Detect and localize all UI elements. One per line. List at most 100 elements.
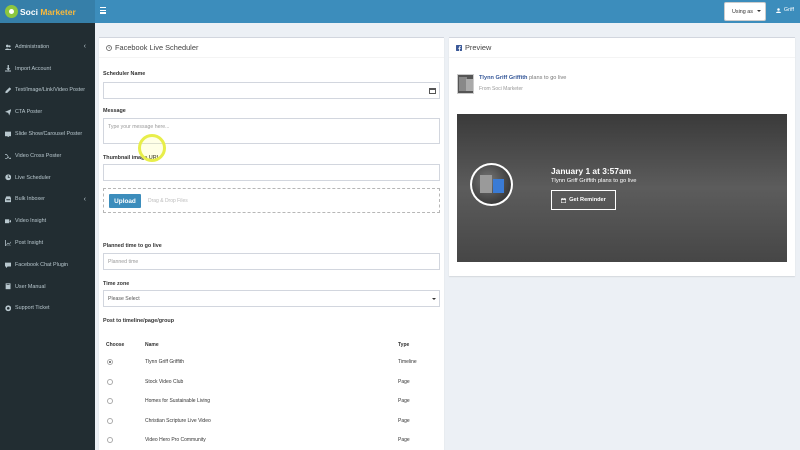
- facebook-icon: [456, 44, 462, 51]
- user-icon: [775, 7, 781, 13]
- logo-text: Soci Marketer: [20, 7, 76, 17]
- column-header-name: Name: [145, 342, 159, 348]
- table-row[interactable]: Stock Video Club Page: [99, 373, 444, 392]
- target-type: Timeline: [398, 359, 417, 365]
- sidebar-item-support-ticket[interactable]: Support Ticket: [0, 298, 95, 320]
- table-row[interactable]: Tlynn Griff Griffith Timeline: [99, 353, 444, 372]
- post-via: From Soci Marketer: [479, 86, 523, 92]
- sidebar-item-label: User Manual: [15, 283, 46, 290]
- sidebar: Soci Marketer Administration ‹ Import Acco…: [0, 0, 95, 450]
- sidebar-item-label: Administration: [15, 43, 50, 50]
- target-radio[interactable]: [107, 398, 113, 404]
- user-menu[interactable]: Griff: [775, 7, 794, 13]
- upload-button-label: Upload: [114, 197, 136, 205]
- live-time: January 1 at 3:57am: [551, 166, 632, 176]
- column-header-type: Type: [398, 342, 410, 348]
- app-logo[interactable]: Soci Marketer: [0, 0, 95, 23]
- caret-down-icon: [757, 10, 761, 12]
- message-placeholder: Type your message here...: [108, 124, 170, 130]
- target-type: Page: [398, 437, 410, 443]
- user-name: Griff: [783, 7, 794, 13]
- sidebar-item-label: Post Insight: [15, 240, 44, 247]
- upload-dropzone[interactable]: Upload Drag & Drop Files: [103, 188, 440, 213]
- using-as-dropdown[interactable]: Using as: [724, 2, 766, 21]
- chevron-left-icon: ‹: [83, 195, 86, 203]
- scheduler-title: Facebook Live Scheduler: [115, 43, 199, 52]
- sidebar-item-cta-poster[interactable]: CTA Poster: [0, 101, 95, 123]
- thumbnail-url-input[interactable]: [103, 164, 440, 181]
- preview-panel-header: Preview: [449, 38, 795, 58]
- target-radio[interactable]: [107, 378, 113, 385]
- users-icon: [4, 43, 12, 51]
- sidebar-item-text-image-link-video-poster[interactable]: Text/Image/Link/Video Poster: [0, 80, 95, 102]
- sidebar-item-label: Video Insight: [15, 218, 47, 225]
- slideshow-icon: [4, 130, 12, 138]
- calendar-icon[interactable]: [429, 88, 436, 94]
- sidebar-item-video-cross-poster[interactable]: Video Cross Poster: [0, 145, 95, 167]
- table-row[interactable]: Video Hero Pro Community Page: [99, 431, 444, 450]
- poster-name[interactable]: Tlynn Griff Griffith: [479, 75, 527, 81]
- logo-accent-text: Marketer: [40, 6, 76, 17]
- target-radio[interactable]: [107, 437, 113, 443]
- import-icon: [4, 65, 12, 73]
- target-radio[interactable]: [107, 359, 113, 365]
- sidebar-item-post-insight[interactable]: Post Insight: [0, 232, 95, 254]
- sidebar-item-label: Import Account: [15, 65, 51, 72]
- sidebar-item-slide-show-carousel-poster[interactable]: Slide Show/Carousel Poster: [0, 123, 95, 145]
- timezone-select[interactable]: Please Select: [103, 290, 440, 307]
- target-name: Christian Scripture Live Video: [145, 417, 211, 424]
- sidebar-menu: Administration ‹ Import Account Text/Image/…: [0, 23, 95, 319]
- upload-button[interactable]: Upload: [109, 194, 141, 208]
- message-label: Message: [103, 108, 126, 114]
- planned-time-placeholder: Planned time: [108, 259, 139, 265]
- get-reminder-button[interactable]: Get Reminder: [551, 190, 616, 210]
- table-row[interactable]: Christian Scripture Live Video Page: [99, 412, 444, 431]
- sidebar-item-label: CTA Poster: [15, 109, 43, 116]
- target-type: Page: [398, 398, 410, 404]
- target-name: Stock Video Club: [145, 378, 184, 385]
- main-content: Facebook Live Scheduler Scheduler Name M…: [95, 23, 800, 450]
- clock-icon: [4, 174, 12, 182]
- top-header: Using as Griff: [95, 0, 800, 23]
- scheduler-name-input[interactable]: [103, 82, 440, 99]
- sidebar-item-video-insight[interactable]: Video Insight: [0, 210, 95, 232]
- sidebar-item-user-manual[interactable]: User Manual: [0, 276, 95, 298]
- scheduler-panel-header: Facebook Live Scheduler: [99, 38, 444, 58]
- chart-icon: [4, 239, 12, 247]
- menu-toggle-icon[interactable]: [100, 7, 106, 14]
- live-subtitle: Tlynn Griff Griffith plans to go live: [551, 178, 637, 184]
- shuffle-icon: [4, 152, 12, 160]
- target-radio[interactable]: [107, 417, 113, 424]
- timezone-selected: Please Select: [108, 296, 140, 302]
- sidebar-item-label: Support Ticket: [15, 305, 50, 312]
- post-to-label: Post to timeline/page/group: [103, 318, 174, 324]
- edit-icon: [4, 86, 12, 94]
- support-icon: [4, 304, 12, 312]
- poster-action: plans to go live: [529, 75, 567, 81]
- live-preview-card: January 1 at 3:57am Tlynn Griff Griffith…: [457, 114, 787, 262]
- target-name: Homes for Sustainable Living: [145, 398, 211, 404]
- clock-icon: [106, 44, 112, 51]
- scheduler-panel: Facebook Live Scheduler Scheduler Name M…: [99, 37, 444, 450]
- target-name: Tlynn Griff Griffith: [145, 359, 184, 365]
- send-icon: [4, 108, 12, 116]
- inbox-icon: [4, 195, 12, 203]
- preview-panel: Preview Tlynn Griff Griffith plans to go…: [449, 37, 795, 276]
- preview-title: Preview: [465, 43, 492, 52]
- sidebar-item-facebook-chat-plugin[interactable]: Facebook Chat Plugin: [0, 254, 95, 276]
- sidebar-item-administration[interactable]: Administration ‹: [0, 36, 95, 58]
- timezone-label: Time zone: [103, 281, 130, 287]
- calendar-icon: [561, 197, 567, 203]
- get-reminder-label: Get Reminder: [569, 197, 606, 203]
- sidebar-item-bulk-inboxer[interactable]: Bulk Inboxer ‹: [0, 189, 95, 211]
- sidebar-item-label: Live Scheduler: [15, 174, 51, 181]
- table-row[interactable]: Homes for Sustainable Living Page: [99, 392, 444, 411]
- video-icon: [4, 217, 12, 225]
- sidebar-item-label: Video Cross Poster: [15, 152, 62, 159]
- chevron-left-icon: ‹: [83, 43, 86, 51]
- sidebar-item-import-account[interactable]: Import Account: [0, 58, 95, 80]
- book-icon: [4, 283, 12, 291]
- planned-time-input[interactable]: Planned time: [103, 253, 440, 270]
- sidebar-item-live-scheduler[interactable]: Live Scheduler: [0, 167, 95, 189]
- sidebar-item-label: Facebook Chat Plugin: [15, 261, 69, 268]
